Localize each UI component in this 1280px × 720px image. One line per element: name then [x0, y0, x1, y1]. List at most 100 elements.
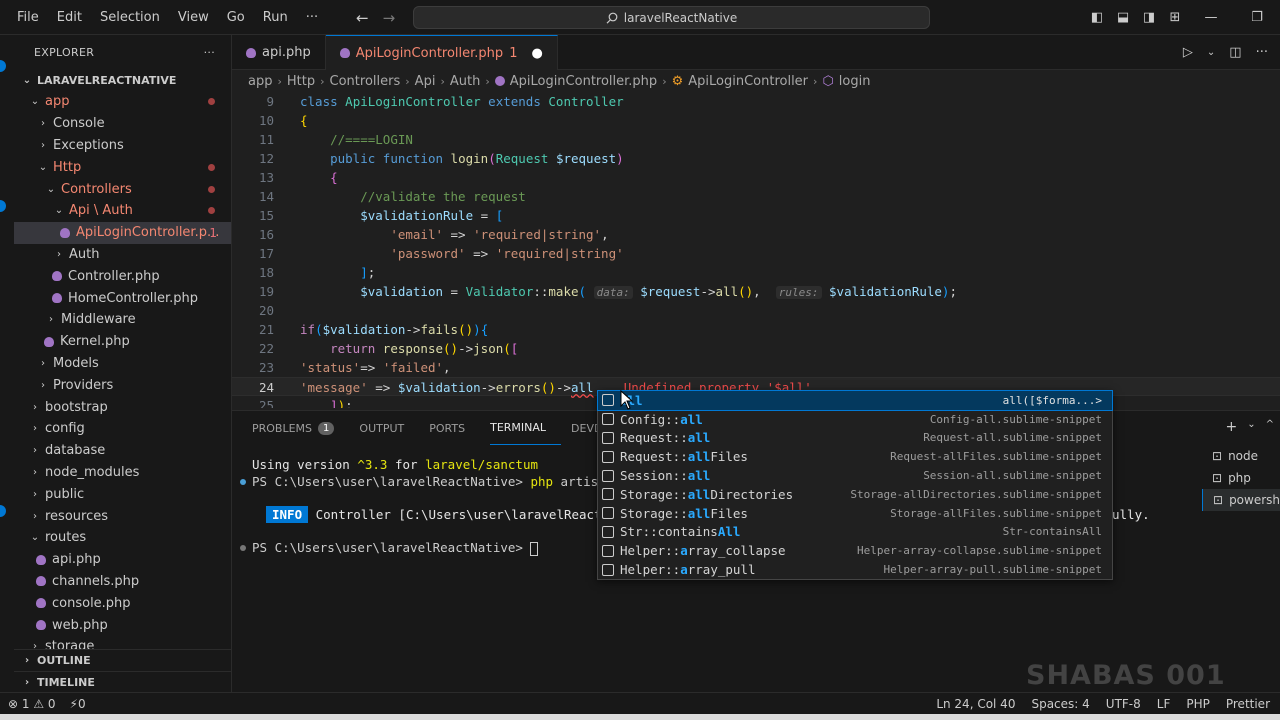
tab-api-php[interactable]: api.php: [232, 35, 326, 70]
tree-item[interactable]: ⌄ Api \ Auth: [14, 200, 231, 222]
outline-section[interactable]: › OUTLINE: [14, 649, 231, 671]
chevron-up-icon[interactable]: ^: [1266, 419, 1274, 435]
code-editor[interactable]: 9 class ApiLoginController extends Contro…: [232, 92, 1280, 408]
tree-item[interactable]: › Auth: [14, 244, 231, 266]
breadcrumb-item[interactable]: Http: [287, 74, 315, 89]
suggestion-item[interactable]: Helper::array_pull Helper-array-pull.subl…: [598, 560, 1112, 579]
language-mode[interactable]: PHP: [1186, 697, 1210, 711]
breadcrumb-item[interactable]: login: [839, 74, 871, 89]
chevron-right-icon: ›: [33, 466, 37, 478]
tree-item-label: database: [45, 443, 106, 459]
menu-run[interactable]: Run: [254, 0, 297, 35]
command-center-search[interactable]: laravelReactNative: [413, 6, 930, 29]
chevron-right-icon: ›: [41, 357, 45, 369]
menu-view[interactable]: View: [169, 0, 218, 35]
menu-selection[interactable]: Selection: [91, 0, 169, 35]
tree-item[interactable]: ApiLoginController.p... 1: [14, 221, 231, 244]
forward-arrow-icon[interactable]: →: [383, 9, 396, 27]
tab-ports[interactable]: PORTS: [429, 411, 480, 445]
split-editor-icon[interactable]: ◫: [1229, 45, 1241, 60]
tree-item[interactable]: ⌄ Controllers: [14, 178, 231, 200]
breadcrumb-item[interactable]: Controllers: [330, 74, 401, 89]
suggestion-item[interactable]: Helper::array_collapse Helper-array-colla…: [598, 541, 1112, 560]
menu-go[interactable]: Go: [218, 0, 254, 35]
modified-dot-icon: [208, 163, 215, 171]
problems-count-badge: 1: [318, 421, 335, 435]
minimize-icon[interactable]: —: [1188, 10, 1234, 25]
tree-item[interactable]: ⌄ routes: [14, 527, 231, 549]
tree-item[interactable]: Controller.php: [14, 265, 231, 287]
toggle-sidebar-icon[interactable]: ◧: [1084, 10, 1110, 25]
tree-item[interactable]: › resources: [14, 505, 231, 527]
cursor-position[interactable]: Ln 24, Col 40: [936, 697, 1015, 711]
tab-terminal[interactable]: TERMINAL: [490, 411, 562, 445]
toggle-panel-icon[interactable]: ⬓: [1110, 10, 1136, 25]
tree-item[interactable]: › Middleware: [14, 309, 231, 331]
tree-item[interactable]: ⌄ app: [14, 91, 231, 113]
run-icon[interactable]: ▷: [1183, 45, 1193, 60]
ports-status[interactable]: ⚡0: [70, 697, 86, 711]
line-number: 10: [258, 113, 274, 128]
workspace-root[interactable]: ⌄ LARAVELREACTNATIVE: [14, 69, 231, 91]
problems-status[interactable]: ⊗ 1 ⚠ 0: [8, 697, 56, 711]
tree-item[interactable]: api.php: [14, 549, 231, 571]
timeline-section[interactable]: › TIMELINE: [14, 671, 231, 692]
tree-item[interactable]: › database: [14, 440, 231, 462]
toggle-secondary-sidebar-icon[interactable]: ◨: [1136, 10, 1162, 25]
new-terminal-icon[interactable]: +: [1225, 419, 1237, 435]
indentation[interactable]: Spaces: 4: [1031, 697, 1089, 711]
suggestion-item[interactable]: Request::allFiles Request-allFiles.sublim…: [598, 447, 1112, 466]
tree-item[interactable]: › Providers: [14, 374, 231, 396]
tree-item[interactable]: › node_modules: [14, 462, 231, 484]
tree-item[interactable]: HomeController.php: [14, 287, 231, 309]
suggestion-item[interactable]: Storage::allDirectories Storage-allDirect…: [598, 485, 1112, 504]
encoding[interactable]: UTF-8: [1106, 697, 1141, 711]
tree-item[interactable]: › config: [14, 418, 231, 440]
suggestion-item[interactable]: allall([$forma...>: [597, 390, 1113, 411]
php-file-icon: [36, 554, 46, 565]
tree-item[interactable]: › Exceptions: [14, 135, 231, 157]
breadcrumb-item[interactable]: Auth: [450, 74, 480, 89]
tree-item[interactable]: › bootstrap: [14, 396, 231, 418]
prettier-status[interactable]: Prettier: [1226, 697, 1270, 711]
maximize-icon[interactable]: ❐: [1234, 10, 1280, 25]
breadcrumb-item[interactable]: ApiLoginController: [688, 74, 808, 89]
terminal-list: ⊡ node ⊡ php ⊡ powersh: [1202, 445, 1280, 511]
menu-file[interactable]: File: [8, 0, 48, 35]
menu-more[interactable]: ···: [297, 0, 327, 35]
suggestion-label: Request::allFiles: [620, 449, 748, 465]
tree-item[interactable]: channels.php: [14, 571, 231, 593]
unsaved-dot-icon[interactable]: ●: [531, 46, 542, 61]
tree-item[interactable]: › Console: [14, 113, 231, 135]
suggestion-item[interactable]: Request::all Request-all.sublime-snippet: [598, 429, 1112, 448]
menu-edit[interactable]: Edit: [48, 0, 91, 35]
back-arrow-icon[interactable]: ←: [356, 9, 369, 27]
line-ending[interactable]: LF: [1157, 697, 1171, 711]
terminal-node[interactable]: ⊡ node: [1202, 445, 1280, 467]
tab-apilogincontroller[interactable]: ApiLoginController.php 1 ●: [325, 35, 558, 70]
suggestion-item[interactable]: Storage::allFiles Storage-allFiles.sublim…: [598, 504, 1112, 523]
tree-item[interactable]: › Models: [14, 353, 231, 375]
terminal-powershell[interactable]: ⊡ powersh: [1202, 489, 1280, 511]
customize-layout-icon[interactable]: ⊞: [1162, 10, 1188, 25]
tree-item[interactable]: ⌄ Http: [14, 156, 231, 178]
breadcrumb-item[interactable]: Api: [415, 74, 436, 89]
suggestion-item[interactable]: Str::containsAll Str-containsAll: [598, 523, 1112, 542]
activity-bar: [0, 35, 14, 692]
chevron-down-icon[interactable]: ⌄: [1207, 47, 1215, 58]
tree-item[interactable]: Kernel.php: [14, 331, 231, 353]
tree-item[interactable]: web.php: [14, 614, 231, 636]
chevron-down-icon[interactable]: ⌄: [1247, 419, 1255, 435]
more-actions-icon[interactable]: ···: [204, 46, 215, 59]
breadcrumb-item[interactable]: ApiLoginController.php: [510, 74, 657, 89]
tab-problems[interactable]: PROBLEMS 1: [252, 411, 349, 445]
suggestion-item[interactable]: Config::all Config-all.sublime-snippet: [598, 410, 1112, 429]
tab-output[interactable]: OUTPUT: [359, 411, 419, 445]
suggestion-item[interactable]: Session::all Session-all.sublime-snippet: [598, 466, 1112, 485]
breadcrumb-item[interactable]: app: [248, 74, 272, 89]
mouse-cursor-icon: [620, 390, 634, 410]
more-actions-icon[interactable]: ···: [1256, 45, 1268, 60]
tree-item[interactable]: console.php: [14, 592, 231, 614]
tree-item[interactable]: › public: [14, 483, 231, 505]
terminal-php[interactable]: ⊡ php: [1202, 467, 1280, 489]
